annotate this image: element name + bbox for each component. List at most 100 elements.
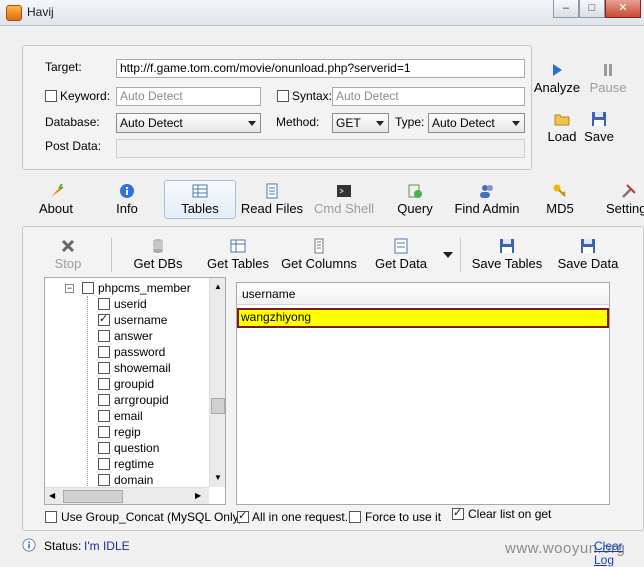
tab-tables[interactable]: Tables [170,183,230,216]
get-data-button[interactable]: Get Data [372,238,430,271]
syntax-input[interactable]: Auto Detect [332,87,525,106]
tab-query-label: Query [397,201,433,216]
stop-button[interactable]: Stop [44,238,92,271]
maximize-button[interactable]: □ [579,0,605,18]
floppy-icon [581,239,595,253]
method-select[interactable]: GET [332,113,389,133]
column-checkbox[interactable] [98,330,110,342]
tree-column-label: regtime [114,457,155,471]
all-in-one-checkbox[interactable] [237,509,249,523]
column-checkbox[interactable] [98,410,110,422]
close-button[interactable]: ✕ [605,0,641,18]
tree-column-label: showemail [114,361,171,375]
syntax-checkbox[interactable] [277,90,289,102]
floppy-icon [592,112,606,126]
tree-guide-line [87,296,88,492]
tab-find-admin-label: Find Admin [454,201,520,216]
get-dbs-button[interactable]: Get DBs [130,238,186,271]
status-info-icon [22,538,36,552]
results-row-selected[interactable]: wangzhiyong [237,308,609,328]
save-button[interactable]: Save [580,111,618,144]
group-concat-checkbox[interactable] [45,511,57,523]
tree-collapse-toggle[interactable]: − [65,284,74,293]
minimize-button[interactable]: – [553,0,579,18]
column-checkbox[interactable] [98,442,110,454]
analyze-label: Analyze [533,80,581,95]
tools-icon [622,184,636,198]
tab-find-admin[interactable]: Find Admin [452,183,522,216]
tab-md5[interactable]: MD5 [540,183,580,216]
chevron-down-icon [376,121,384,126]
column-checkbox[interactable] [98,458,110,470]
type-label: Type: [395,115,425,129]
tab-read-files[interactable]: Read Files [240,183,304,216]
method-selected: GET [336,116,361,130]
tree-table-label: phpcms_member [98,281,191,295]
force-checkbox[interactable] [349,511,361,523]
type-selected: Auto Detect [432,116,495,130]
tab-settings[interactable]: Settings [606,183,644,216]
load-button[interactable]: Load [540,111,584,144]
tree-column-label: domain [114,473,154,487]
column-checkbox[interactable] [98,474,110,486]
tables-tree[interactable]: − phpcms_member userid username answer pass… [44,277,226,505]
save-tables-label: Save Tables [471,256,543,271]
table-icon [230,239,246,253]
column-checkbox[interactable] [98,426,110,438]
get-columns-label: Get Columns [281,256,357,271]
window-title: Havij [27,5,54,19]
query-icon [408,184,422,198]
results-column-header[interactable]: username [237,283,609,305]
keyword-checkbox[interactable] [45,90,57,102]
tab-cmd-shell[interactable]: Cmd Shell [312,183,376,216]
scroll-down-arrow[interactable]: ▼ [214,473,222,482]
results-list[interactable]: username wangzhiyong [236,282,610,505]
tree-column-label: username [114,313,168,327]
tree-horizontal-scrollbar[interactable]: ◀ ▶ [45,487,209,504]
get-tables-button[interactable]: Get Tables [204,238,272,271]
stop-x-icon [61,239,75,253]
get-data-dropdown-arrow[interactable] [443,252,453,258]
toolbar-divider [111,238,112,272]
clear-log-link[interactable]: Clear Log [594,539,644,567]
column-checkbox[interactable] [98,312,110,326]
column-checkbox[interactable] [98,298,110,310]
tree-vertical-scrollbar[interactable]: ▲ ▼ [209,278,225,487]
scroll-thumb[interactable] [63,490,123,503]
method-label: Method: [276,115,320,129]
target-input[interactable]: http://f.game.tom.com/movie/onunload.php… [116,59,525,78]
scroll-right-arrow[interactable]: ▶ [195,491,201,500]
save-tables-button[interactable]: Save Tables [468,238,546,271]
scroll-up-arrow[interactable]: ▲ [214,282,222,291]
pause-button[interactable]: Pause [586,62,630,95]
tree-column-label: answer [114,329,153,343]
clear-list-checkbox[interactable] [452,506,464,520]
chevron-down-icon [248,121,256,126]
database-label: Database: [45,115,100,129]
post-data-input[interactable] [116,139,525,158]
column-checkbox[interactable] [98,362,110,374]
status-label: Status: [44,539,82,553]
tab-info[interactable]: Info [106,183,148,216]
save-data-label: Save Data [557,256,619,271]
get-data-label: Get Data [374,256,428,271]
floppy-icon [500,239,514,253]
tab-query[interactable]: Query [392,183,438,216]
analyze-button[interactable]: Analyze [533,62,581,95]
column-checkbox[interactable] [98,378,110,390]
scroll-thumb[interactable] [211,398,225,414]
tab-about[interactable]: About [30,183,82,216]
save-data-button[interactable]: Save Data [554,238,622,271]
database-select[interactable]: Auto Detect [116,113,261,133]
get-dbs-label: Get DBs [133,256,183,271]
table-checkbox[interactable] [82,282,94,294]
column-checkbox[interactable] [98,394,110,406]
keyword-input[interactable]: Auto Detect [116,87,261,106]
table-icon [192,184,208,198]
key-icon [553,184,566,197]
column-checkbox[interactable] [98,346,110,358]
get-columns-button[interactable]: Get Columns [280,238,358,271]
type-select[interactable]: Auto Detect [428,113,525,133]
scroll-left-arrow[interactable]: ◀ [49,491,55,500]
document-icon [266,183,278,199]
